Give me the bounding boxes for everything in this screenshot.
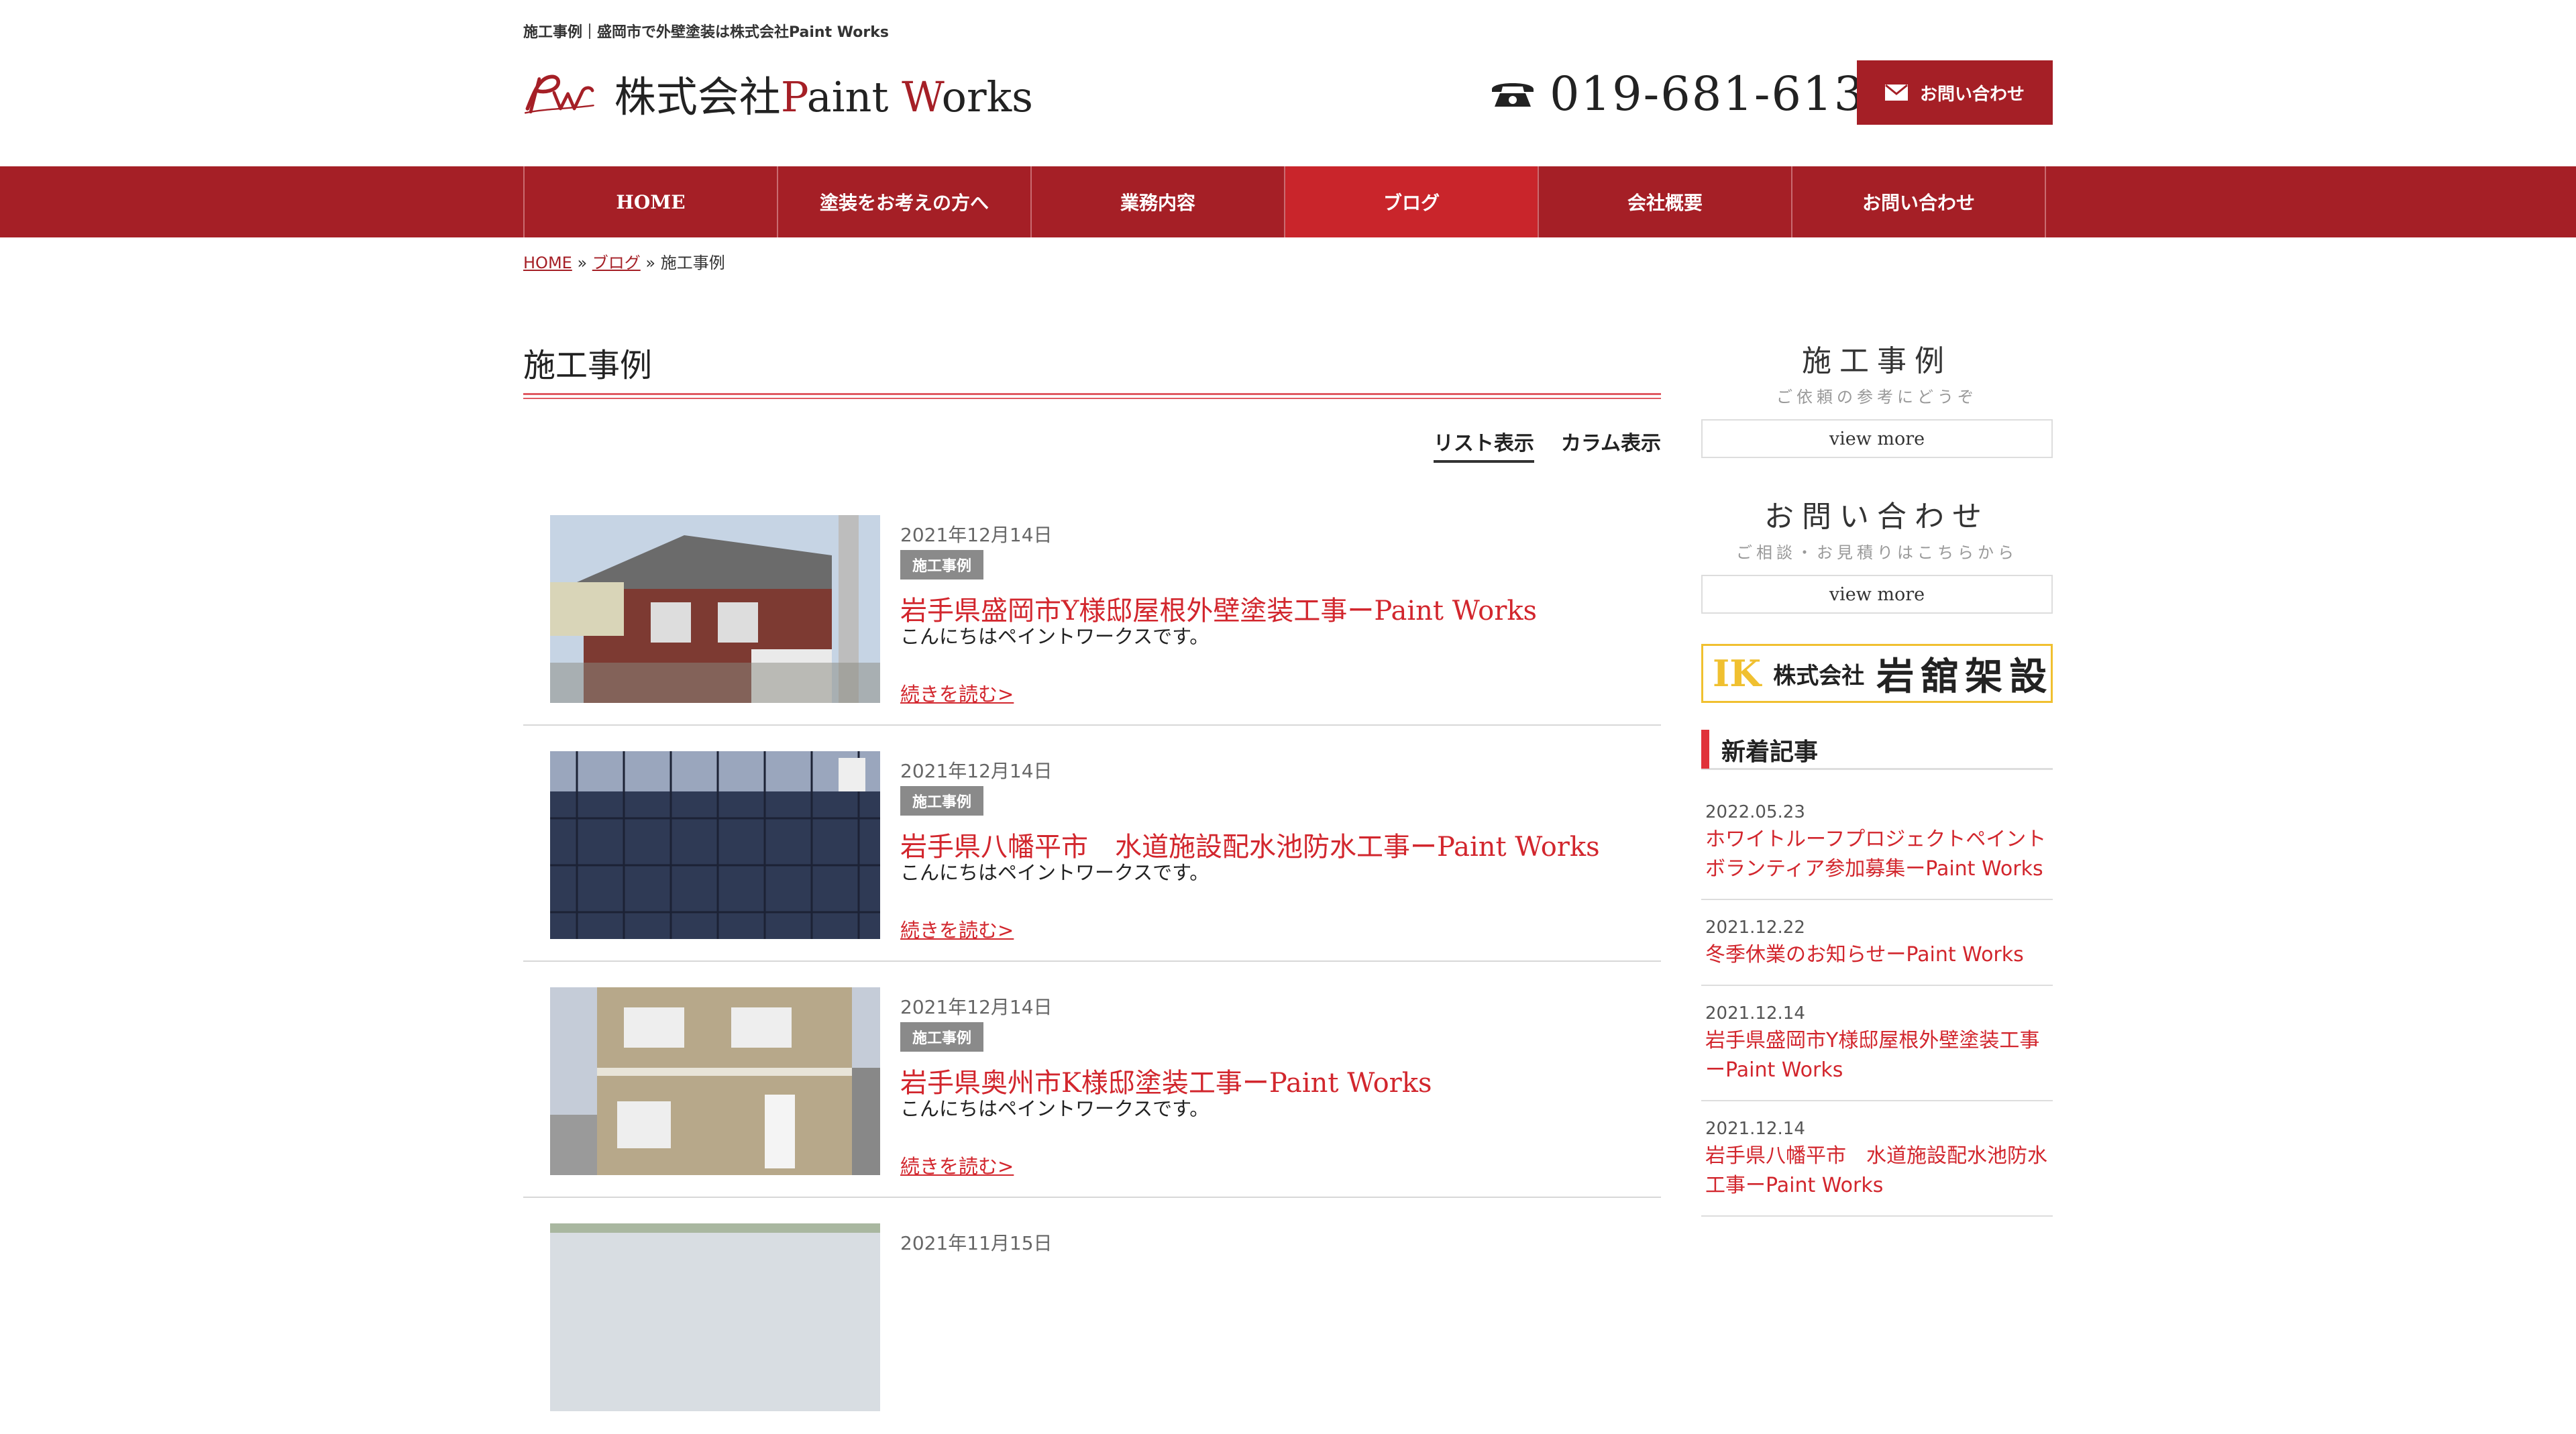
breadcrumb-home-link[interactable]: HOME <box>523 254 572 272</box>
logo-text: 株式会社Paint Works <box>614 72 1033 121</box>
banner-logo-mark: IK <box>1713 652 1762 695</box>
post-list: 2021年12月14日 施工事例 岩手県盛岡市Y様邸屋根外壁塗装工事ーPaint… <box>523 490 1661 1434</box>
list-item[interactable]: 2021.12.14 岩手県八幡平市 水道施設配水池防水工事ーPaint Wor… <box>1701 1101 2053 1217</box>
phone-icon <box>1492 83 1534 107</box>
post-date: 2021年12月14日 <box>900 524 1053 546</box>
list-item[interactable]: 2022.05.23 ホワイトルーフプロジェクトペイントボランティア参加募集ーP… <box>1701 785 2053 900</box>
nav-item-home[interactable]: HOME <box>525 166 778 237</box>
news-date: 2021.12.14 <box>1705 1003 1805 1024</box>
breadcrumb-current: 施工事例 <box>660 254 725 272</box>
read-more-link[interactable]: 続きを読む> <box>900 1151 1014 1179</box>
news-title[interactable]: 岩手県盛岡市Y様邸屋根外壁塗装工事ーPaint Works <box>1705 1026 2049 1085</box>
read-more-link[interactable]: 続きを読む> <box>900 679 1014 707</box>
title-divider <box>523 393 1661 399</box>
phone-number: 019-681-6134 <box>1550 66 1896 121</box>
logo-mark-icon <box>524 74 594 114</box>
global-nav: HOME 塗装をお考えの方へ 業務内容 ブログ 会社概要 お問い合わせ <box>0 166 2576 237</box>
post-excerpt: こんにちはペイントワークスです。 <box>900 625 1210 648</box>
post-category-badge[interactable]: 施工事例 <box>900 786 984 816</box>
banner-company-type: 株式会社 <box>1773 662 1865 690</box>
post-excerpt: こんにちはペイントワークスです。 <box>900 861 1210 884</box>
new-posts-list: 2022.05.23 ホワイトルーフプロジェクトペイントボランティア参加募集ーP… <box>1701 785 2053 1217</box>
post-item: 2021年12月14日 施工事例 岩手県奥州市K様邸塗装工事ーPaint Wor… <box>523 962 1661 1198</box>
sidebar-works-heading: 施工事例 <box>1802 344 1952 378</box>
post-date: 2021年12月14日 <box>900 996 1053 1018</box>
breadcrumb: HOME » ブログ » 施工事例 <box>523 254 725 272</box>
sidebar-works-subtitle: ご依頼の参考にどうぞ <box>1776 388 1978 406</box>
post-category-badge[interactable]: 施工事例 <box>900 550 984 580</box>
iwadate-kasetsu-banner[interactable]: IK 株式会社 岩舘架設 <box>1701 644 2053 703</box>
sidebar-contact-block: お問い合わせ ご相談・お見積りはこちらから view more <box>1701 492 2053 614</box>
post-date: 2021年11月15日 <box>900 1232 1053 1254</box>
sidebar-contact-subtitle: ご相談・お見積りはこちらから <box>1736 543 2018 562</box>
nav-item-company[interactable]: 会社概要 <box>1539 166 1792 237</box>
post-item: 2021年12月14日 施工事例 岩手県八幡平市 水道施設配水池防水工事ーPai… <box>523 726 1661 962</box>
read-more-link[interactable]: 続きを読む> <box>900 915 1014 943</box>
post-date: 2021年12月14日 <box>900 760 1053 782</box>
list-view-toggle[interactable]: リスト表示 <box>1433 427 1534 463</box>
list-item[interactable]: 2021.12.22 冬季休業のお知らせーPaint Works <box>1701 900 2053 986</box>
mail-icon <box>1884 85 1908 101</box>
page-title: 施工事例 <box>523 347 653 384</box>
phone-contact[interactable]: 019-681-6134 <box>1489 66 1896 121</box>
post-thumbnail[interactable] <box>550 751 880 939</box>
list-item[interactable]: 2021.12.14 岩手県盛岡市Y様邸屋根外壁塗装工事ーPaint Works <box>1701 986 2053 1101</box>
view-toggle: リスト表示 カラム表示 <box>1433 427 1661 463</box>
news-date: 2022.05.23 <box>1705 802 1805 822</box>
news-title[interactable]: 冬季休業のお知らせーPaint Works <box>1705 940 2049 970</box>
post-thumbnail[interactable] <box>550 987 880 1175</box>
contact-view-more-button[interactable]: view more <box>1701 575 2053 614</box>
sidebar-contact-heading: お問い合わせ <box>1764 500 1990 534</box>
post-thumbnail[interactable] <box>550 1223 880 1411</box>
news-title[interactable]: 岩手県八幡平市 水道施設配水池防水工事ーPaint Works <box>1705 1142 2049 1201</box>
nav-item-blog[interactable]: ブログ <box>1285 166 1539 237</box>
nav-item-for-customers[interactable]: 塗装をお考えの方へ <box>778 166 1032 237</box>
header-contact-label: お問い合わせ <box>1919 84 2025 105</box>
post-category-badge[interactable]: 施工事例 <box>900 1022 984 1052</box>
news-date: 2021.12.14 <box>1705 1119 1805 1139</box>
header-contact-button[interactable]: お問い合わせ <box>1857 60 2053 125</box>
site-tagline: 施工事例｜盛岡市で外壁塗装は株式会社Paint Works <box>523 24 889 41</box>
news-date: 2021.12.22 <box>1705 918 1805 938</box>
post-item: 2021年12月14日 施工事例 岩手県盛岡市Y様邸屋根外壁塗装工事ーPaint… <box>523 490 1661 726</box>
site-logo[interactable]: 株式会社Paint Works <box>523 66 1033 121</box>
banner-company-name: 岩舘架設 <box>1876 654 2054 699</box>
post-thumbnail[interactable] <box>550 515 880 703</box>
column-view-toggle[interactable]: カラム表示 <box>1561 427 1661 463</box>
page: 施工事例｜盛岡市で外壁塗装は株式会社Paint Works 株式会社Paint … <box>0 0 2576 1411</box>
news-title[interactable]: ホワイトルーフプロジェクトペイントボランティア参加募集ーPaint Works <box>1705 825 2049 884</box>
breadcrumb-blog-link[interactable]: ブログ <box>592 254 641 272</box>
new-posts-heading: 新着記事 <box>1701 730 2053 770</box>
sidebar-works-block: 施工事例 ご依頼の参考にどうぞ view more <box>1701 337 2053 458</box>
post-item: 2021年11月15日 <box>523 1198 1661 1434</box>
nav-item-contact[interactable]: お問い合わせ <box>1792 166 2046 237</box>
nav-item-services[interactable]: 業務内容 <box>1032 166 1285 237</box>
post-excerpt: こんにちはペイントワークスです。 <box>900 1097 1210 1120</box>
works-view-more-button[interactable]: view more <box>1701 419 2053 458</box>
